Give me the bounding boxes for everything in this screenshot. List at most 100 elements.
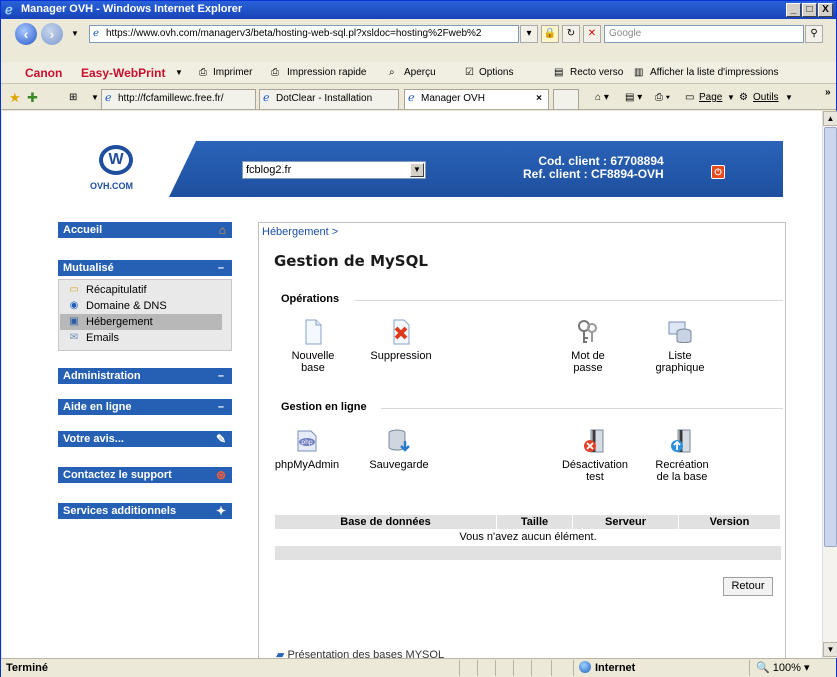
database-list-icon (668, 321, 692, 343)
menu-administration[interactable]: Administration – (58, 368, 232, 384)
backup-button[interactable]: Sauvegarde (359, 427, 439, 471)
ie-page-icon: ℯ (408, 92, 415, 104)
empty-table-message: Vous n'avez aucun élément. (459, 531, 597, 543)
maximize-button[interactable]: □ (802, 3, 817, 17)
collapse-icon[interactable]: – (218, 399, 224, 415)
op-label: passe (573, 362, 603, 374)
menu-accueil-label: Accueil (63, 224, 103, 236)
password-button[interactable]: Mot de passe (548, 318, 628, 374)
more-chevron-icon[interactable]: » (825, 84, 831, 102)
recreate-database-button[interactable]: Recréation de la base (642, 427, 722, 483)
print-list-button[interactable]: Afficher la liste d'impressions (650, 62, 778, 84)
server-recreate-icon (671, 429, 691, 453)
quick-tabs-icon[interactable]: ⊞ (69, 89, 77, 107)
deactivation-test-button[interactable]: Désactivation test (555, 427, 635, 483)
menu-accueil[interactable]: Accueil ⌂ (58, 222, 232, 238)
scroll-up-icon[interactable]: ▲ (823, 111, 837, 126)
submenu-item-label: Récapitulatif (86, 284, 147, 296)
security-zone[interactable]: Internet (579, 659, 635, 677)
easywebprint-menu[interactable]: Easy-WebPrint (81, 62, 165, 84)
duplex-icon: ▤ (554, 67, 564, 78)
menu-administration-label: Administration (63, 370, 141, 382)
close-button[interactable]: X (818, 3, 833, 17)
quick-print-button[interactable]: Impression rapide (287, 62, 366, 84)
new-tab[interactable] (553, 89, 579, 109)
ovh-logo[interactable]: W OVH.COM (61, 141, 196, 197)
tab-dotclear[interactable]: ℯ DotClear - Installation (259, 89, 399, 109)
menu-mutualise[interactable]: Mutualisé – (58, 260, 232, 276)
duplex-button[interactable]: Recto verso (570, 62, 623, 84)
url-input[interactable]: ℯ https://www.ovh.com/managerv3/beta/hos… (89, 25, 519, 43)
status-text: Terminé (6, 662, 48, 674)
tab-fcfamillewc[interactable]: ℯ http://fcfamillewc.free.fr/ (101, 89, 256, 109)
column-header-version[interactable]: Version (679, 515, 781, 529)
graphical-list-button[interactable]: Liste graphique (640, 318, 720, 374)
minimize-button[interactable]: _ (786, 3, 801, 17)
back-button[interactable]: Retour (723, 577, 773, 596)
zoom-control[interactable]: 🔍 100% ▾ (756, 659, 809, 677)
submenu-item-recapitulatif[interactable]: ▭ Récapitulatif (60, 282, 222, 298)
lock-icon[interactable]: 🔒 (541, 25, 559, 43)
tools-menu-dropdown-icon[interactable]: ▼ (785, 89, 793, 107)
domain-select[interactable]: fcblog2.fr ▼ (242, 161, 426, 179)
close-tab-icon[interactable]: × (536, 90, 542, 108)
page-menu-dropdown-icon[interactable]: ▼ (727, 89, 735, 107)
feeds-icon[interactable]: ▤ ▾ (625, 89, 642, 107)
submenu-item-emails[interactable]: ✉ Emails (60, 330, 222, 346)
logout-icon[interactable]: ⏻ (711, 165, 725, 179)
delete-database-button[interactable]: Suppression (361, 318, 441, 362)
vertical-scrollbar[interactable]: ▲ ▼ (822, 111, 837, 658)
scroll-down-icon[interactable]: ▼ (823, 642, 837, 657)
feedback-icon: ✎ (215, 432, 226, 446)
print-list-icon: ▥ (634, 67, 644, 78)
refresh-icon[interactable]: ↻ (562, 25, 580, 43)
submenu-item-domaine-dns[interactable]: ◉ Domaine & DNS (60, 298, 222, 314)
breadcrumb[interactable]: Hébergement > (262, 226, 338, 238)
print-button[interactable]: Imprimer (213, 62, 252, 84)
new-document-icon (305, 319, 322, 345)
submenu-item-hebergement[interactable]: ▣ Hébergement (60, 314, 222, 330)
page-menu[interactable]: Page (699, 89, 722, 107)
page-title: Gestion de MySQL (274, 252, 428, 270)
phpmyadmin-button[interactable]: php phpMyAdmin (267, 427, 347, 471)
column-header-server[interactable]: Serveur (573, 515, 679, 529)
tab-list-dropdown-icon[interactable]: ▼ (91, 89, 99, 107)
tab-label: Manager OVH (421, 93, 485, 104)
options-button[interactable]: Options (479, 62, 513, 84)
favorites-star-icon[interactable]: ★ (9, 89, 21, 107)
search-icon[interactable]: ⚲ (805, 25, 823, 43)
chevron-down-icon[interactable]: ▼ (410, 163, 424, 177)
new-database-button[interactable]: Nouvelle base (273, 318, 353, 374)
history-dropdown-icon[interactable]: ▼ (71, 29, 79, 38)
collapse-icon[interactable]: – (218, 260, 224, 276)
preview-button[interactable]: Aperçu (404, 62, 436, 84)
status-segment (551, 660, 573, 676)
url-text: https://www.ovh.com/managerv3/beta/hosti… (106, 28, 482, 39)
op-label: phpMyAdmin (274, 459, 340, 471)
url-dropdown-icon[interactable]: ▾ (520, 25, 538, 43)
search-input[interactable]: Google (604, 25, 804, 43)
menu-contact-support[interactable]: Contactez le support ⊛ (58, 467, 232, 483)
scroll-thumb[interactable] (824, 127, 837, 547)
menu-votre-avis[interactable]: Votre avis... ✎ (58, 431, 232, 447)
easywebprint-dropdown-icon[interactable]: ▼ (175, 62, 183, 84)
forward-icon[interactable]: › (41, 23, 63, 45)
client-ref: Ref. client : CF8894-OVH (523, 167, 664, 181)
browser-window: ℯ Manager OVH - Windows Internet Explore… (0, 0, 837, 677)
add-favorite-icon[interactable]: ✚ (27, 89, 38, 107)
back-icon[interactable]: ‹ (15, 23, 37, 45)
op-label: test (586, 471, 604, 483)
menu-aide-en-ligne[interactable]: Aide en ligne – (58, 399, 232, 415)
tools-menu[interactable]: Outils (753, 89, 779, 107)
column-header-database[interactable]: Base de données (275, 515, 497, 529)
home-icon[interactable]: ⌂ ▾ (595, 89, 609, 107)
menu-services-additionnels[interactable]: Services additionnels ✦ (58, 503, 232, 519)
stop-icon[interactable]: ✕ (583, 25, 601, 43)
column-header-size[interactable]: Taille (497, 515, 573, 529)
mutualise-submenu: ▭ Récapitulatif ◉ Domaine & DNS ▣ Héberg… (58, 279, 232, 351)
print-toolbar-icon[interactable]: ⎙ ▾ (655, 89, 670, 107)
tab-manager-ovh[interactable]: ℯ Manager OVH × (404, 89, 549, 109)
tab-label: http://fcfamillewc.free.fr/ (118, 93, 224, 104)
collapse-icon[interactable]: – (218, 368, 224, 384)
mysql-presentation-link[interactable]: ▰ Présentation des bases MYSQL (276, 648, 444, 658)
